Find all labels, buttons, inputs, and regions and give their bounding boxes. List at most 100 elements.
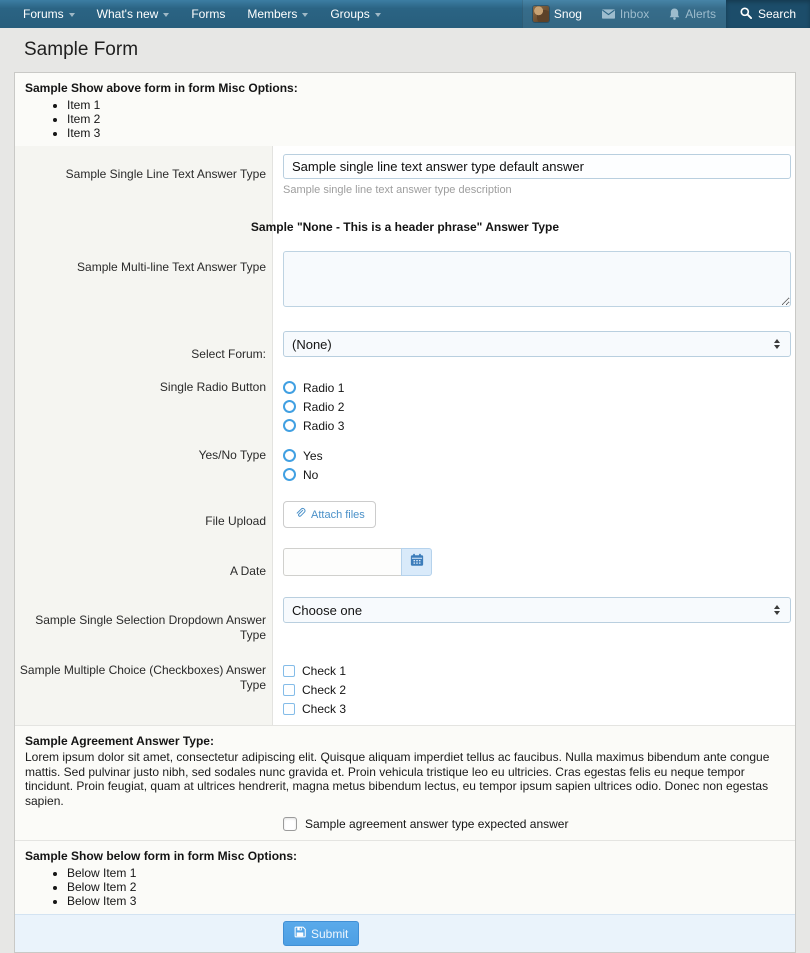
chevron-down-icon [375,13,381,17]
checkbox-icon[interactable] [283,684,295,696]
header-phrase: Sample "None - This is a header phrase" … [15,208,795,241]
attach-files-label: Attach files [311,509,365,521]
date-label: A Date [15,548,273,579]
nav-whats-new-label: What's new [97,7,159,21]
top-navbar: Forums What's new Forms Members Groups S… [0,0,810,28]
row-multiline-text: Sample Multi-line Text Answer Type [15,241,795,321]
nav-alerts[interactable]: Alerts [659,0,726,28]
user-account-menu[interactable]: Snog [523,0,592,28]
radio-option-2[interactable]: Radio 2 [283,397,791,416]
above-form-section: Sample Show above form in form Misc Opti… [15,73,795,146]
agreement-section: Sample Agreement Answer Type: Lorem ipsu… [15,725,795,840]
list-item: Below Item 1 [67,866,785,880]
single-line-text-input[interactable] [283,154,791,179]
above-section-list: Item 1 Item 2 Item 3 [67,98,785,140]
chevron-down-icon [69,13,75,17]
agreement-checkbox-row[interactable]: Sample agreement answer type expected an… [25,817,785,831]
radio-icon[interactable] [283,400,296,413]
checkbox-icon[interactable] [283,703,295,715]
row-date: A Date [15,538,795,587]
username-label: Snog [554,7,582,21]
row-yes-no: Yes/No Type Yes No [15,438,795,492]
file-upload-label: File Upload [15,501,273,529]
row-single-line-text: Sample Single Line Text Answer Type Samp… [15,146,795,208]
radio-option-1[interactable]: Radio 1 [283,378,791,397]
nav-inbox[interactable]: Inbox [592,0,659,28]
choose-one-dropdown[interactable]: Choose one [283,597,791,623]
page-title: Sample Form [0,28,810,72]
below-section-list: Below Item 1 Below Item 2 Below Item 3 [67,866,785,908]
checkbox-option-1[interactable]: Check 1 [283,661,791,680]
list-item: Item 1 [67,98,785,112]
radio-option-label: Radio 3 [303,419,344,433]
submit-bar: Submit [15,914,795,952]
date-input[interactable] [283,548,401,576]
checkbox-icon[interactable] [283,665,295,677]
checkbox-option-2[interactable]: Check 2 [283,680,791,699]
row-multiple-choice: Sample Multiple Choice (Checkboxes) Answ… [15,653,795,725]
chevron-down-icon [163,13,169,17]
checkbox-option-label: Check 2 [302,683,346,697]
agreement-checkbox-icon[interactable] [283,817,297,831]
radio-icon[interactable] [283,449,296,462]
list-item: Below Item 2 [67,880,785,894]
single-radio-label: Single Radio Button [15,378,273,435]
nav-whats-new[interactable]: What's new [86,0,181,28]
radio-icon[interactable] [283,381,296,394]
radio-option-label: Radio 2 [303,400,344,414]
bell-icon [669,8,680,20]
save-icon [294,926,306,941]
envelope-icon [602,9,615,19]
radio-option-label: Radio 1 [303,381,344,395]
nav-forms-label: Forms [191,7,225,21]
multiline-textarea[interactable] [283,251,791,307]
radio-icon[interactable] [283,468,296,481]
row-single-selection-dropdown: Sample Single Selection Dropdown Answer … [15,587,795,653]
visitor-tabs: Snog Inbox Alerts [522,0,726,28]
submit-label: Submit [311,927,348,941]
alerts-label: Alerts [685,7,716,21]
nav-members-label: Members [247,7,297,21]
list-item: Item 3 [67,126,785,140]
main-menu: Forums What's new Forms Members Groups [0,0,392,28]
nav-forums-label: Forums [23,7,64,21]
nav-groups[interactable]: Groups [319,0,391,28]
submit-button[interactable]: Submit [283,921,359,946]
nav-forums[interactable]: Forums [12,0,86,28]
above-section-heading: Sample Show above form in form Misc Opti… [25,81,785,95]
checkboxes-label: Sample Multiple Choice (Checkboxes) Answ… [15,661,273,718]
nav-forms[interactable]: Forms [180,0,236,28]
calendar-button[interactable] [401,548,432,576]
checkbox-option-3[interactable]: Check 3 [283,699,791,718]
select-forum-value: (None) [292,337,774,352]
radio-option-yes[interactable]: Yes [283,446,791,465]
dropdown-value: Choose one [292,603,774,618]
row-single-radio: Single Radio Button Radio 1 Radio 2 Radi… [15,372,795,438]
nav-search[interactable]: Search [726,0,810,28]
select-arrows-icon [774,339,780,349]
select-arrows-icon [774,605,780,615]
radio-icon[interactable] [283,419,296,432]
agreement-heading: Sample Agreement Answer Type: [25,734,785,748]
multiline-label: Sample Multi-line Text Answer Type [15,251,273,312]
radio-option-no[interactable]: No [283,465,791,484]
nav-members[interactable]: Members [236,0,319,28]
select-forum-dropdown[interactable]: (None) [283,331,791,357]
row-file-upload: File Upload Attach files [15,492,795,538]
search-label: Search [758,7,796,21]
radio-option-3[interactable]: Radio 3 [283,416,791,435]
agreement-checkbox-label: Sample agreement answer type expected an… [305,817,568,831]
nav-groups-label: Groups [330,7,369,21]
agreement-text: Lorem ipsum dolor sit amet, consectetur … [25,750,785,808]
paperclip-icon [294,507,306,522]
form-rows: Sample Single Line Text Answer Type Samp… [15,146,795,725]
inbox-label: Inbox [620,7,649,21]
radio-option-label: Yes [303,449,323,463]
navbar-right: Snog Inbox Alerts Search [522,0,810,28]
single-line-label: Sample Single Line Text Answer Type [15,154,273,196]
list-item: Below Item 3 [67,894,785,908]
checkbox-option-label: Check 1 [302,664,346,678]
below-section-heading: Sample Show below form in form Misc Opti… [25,849,785,863]
attach-files-button[interactable]: Attach files [283,501,376,528]
single-line-description: Sample single line text answer type desc… [283,184,791,196]
